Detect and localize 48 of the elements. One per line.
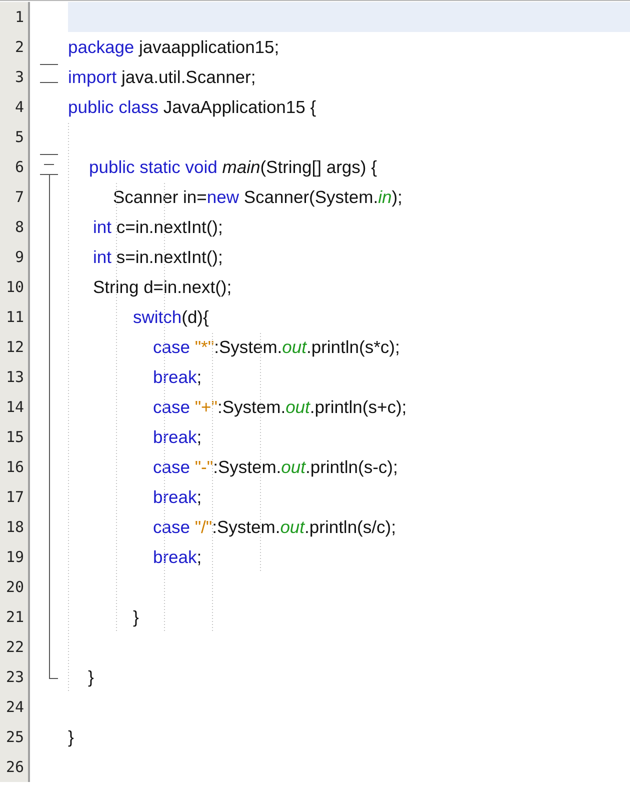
line-number: 18 [0,512,30,542]
code-line: break; [153,366,202,388]
line-number: 17 [0,482,30,512]
fold-marker-icon[interactable] [40,64,58,83]
line-number: 7 [0,182,30,212]
code-line: case "/":System.out.println(s/c); [153,516,396,538]
line-number: 14 [0,392,30,422]
line-number: 20 [0,572,30,602]
code-line: int s=in.nextInt(); [93,246,223,268]
line-number: 12 [0,332,30,362]
line-number: 23 [0,662,30,692]
code-line: int c=in.nextInt(); [93,216,223,238]
code-line: break; [153,486,202,508]
fold-marker-icon[interactable] [40,154,58,175]
line-number: 9 [0,242,30,272]
line-number: 8 [0,212,30,242]
code-line: case "-":System.out.println(s-c); [153,456,398,478]
line-number: 13 [0,362,30,392]
code-line: break; [153,426,202,448]
code-line: Scanner in=new Scanner(System.in); [113,186,402,208]
code-line: } [133,606,139,628]
code-line: break; [153,546,202,568]
line-number: 19 [0,542,30,572]
code-line: public class JavaApplication15 { [68,96,316,118]
code-line: package javaapplication15; [68,36,280,58]
line-number: 24 [0,692,30,722]
line-number: 21 [0,602,30,632]
line-number: 16 [0,452,30,482]
line-number: 3 [0,62,30,92]
code-line: } [68,726,74,748]
code-line: switch(d){ [133,306,209,328]
code-line: import java.util.Scanner; [68,66,256,88]
line-number: 22 [0,632,30,662]
code-line: } [88,666,94,688]
line-number: 1 [0,2,30,32]
line-number: 2 [0,32,30,62]
code-line: case "+":System.out.println(s+c); [153,396,407,418]
line-number: 4 [0,92,30,122]
line-number: 26 [0,752,30,782]
line-number: 5 [0,122,30,152]
line-number: 15 [0,422,30,452]
code-line: public static void main(String[] args) { [89,156,377,178]
code-line: String d=in.next(); [93,276,232,298]
line-number: 6 [0,152,30,182]
line-number: 25 [0,722,30,752]
line-number: 10 [0,272,30,302]
code-line: case "*":System.out.println(s*c); [153,336,400,358]
line-number: 11 [0,302,30,332]
